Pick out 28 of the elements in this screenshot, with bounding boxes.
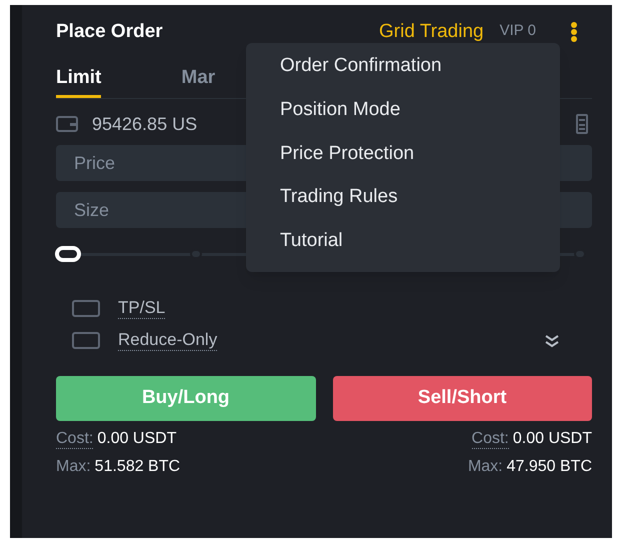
cost-value: 0.00 USDT xyxy=(512,429,592,449)
menu-item[interactable]: Trading Rules xyxy=(280,184,560,228)
menu-item[interactable]: Order Confirmation xyxy=(280,53,560,97)
menu-item[interactable]: Tutorial xyxy=(280,228,560,272)
menu-item[interactable]: Position Mode xyxy=(280,96,560,141)
slider-thumb[interactable] xyxy=(55,246,81,262)
order-type-tab[interactable]: Limit xyxy=(56,61,102,98)
max-label: Max: xyxy=(468,457,503,476)
checkbox[interactable] xyxy=(72,332,100,348)
sell-short-button[interactable]: Sell/Short xyxy=(332,376,592,421)
max-value: 47.950 BTC xyxy=(506,457,592,476)
menu-item[interactable]: Price Protection xyxy=(280,140,560,184)
max-value: 51.582 BTC xyxy=(94,457,180,476)
panel-title: Place Order xyxy=(56,20,163,44)
cost-value: 0.00 USDT xyxy=(97,429,176,449)
cost-label: Cost: xyxy=(56,429,94,449)
grid-trading-link[interactable]: Grid Trading xyxy=(379,18,484,46)
option-label[interactable]: TP/SL xyxy=(118,298,166,318)
calculator-icon[interactable] xyxy=(576,114,588,134)
max-label: Max: xyxy=(56,457,91,476)
available-balance: 95426.85 US xyxy=(92,112,198,136)
more-icon[interactable] xyxy=(570,21,578,43)
option-label[interactable]: Reduce-Only xyxy=(118,330,218,350)
checkbox[interactable] xyxy=(72,300,100,316)
order-type-tab[interactable]: Mar xyxy=(181,61,216,98)
cost-label: Cost: xyxy=(472,429,509,449)
wallet-icon xyxy=(56,116,78,132)
expand-icon[interactable] xyxy=(544,334,560,348)
